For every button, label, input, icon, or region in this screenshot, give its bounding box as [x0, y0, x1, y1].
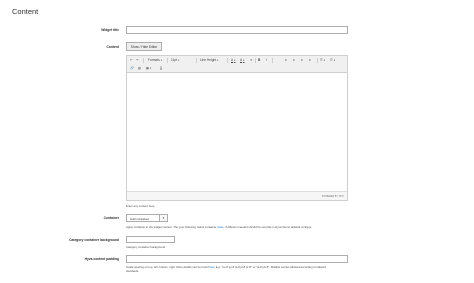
powered-by-tiny[interactable]: POWERED BY TINY — [322, 195, 344, 198]
bold-icon[interactable]: B — [258, 56, 260, 64]
clear-formatting-icon[interactable]: ✕ — [250, 56, 253, 64]
editor-statusbar: POWERED BY TINY — [127, 191, 347, 200]
category-bg-input[interactable] — [126, 236, 175, 243]
category-bg-note: Category container background — [126, 244, 166, 249]
align-right-icon[interactable]: ≡ — [301, 56, 303, 64]
wysiwyg-editor: ↶ ↷ Formats 11pt Line Height A A ✕ B I ≡… — [126, 55, 348, 201]
link-icon[interactable]: 🔗 — [130, 64, 134, 72]
content-label: Content — [106, 44, 119, 49]
widget-title-label: Widget title — [101, 27, 119, 32]
container-label: Container — [103, 216, 119, 220]
align-left-icon[interactable]: ≡ — [285, 56, 287, 64]
justify-icon[interactable]: ≡ — [309, 56, 311, 64]
container-select[interactable]: Add container ▾ — [126, 214, 168, 222]
widget-title-input[interactable] — [126, 26, 348, 34]
container-select-value: Add container — [130, 217, 150, 221]
align-center-icon[interactable]: ≡ — [293, 56, 295, 64]
category-bg-label: Category container background — [69, 238, 119, 242]
content-hint: Enter any content here. — [126, 203, 156, 208]
source-code-icon[interactable]: {} — [160, 64, 162, 72]
hyva-padding-note-2: standards. — [126, 268, 140, 273]
page-title: Content — [12, 7, 39, 16]
container-note: Apply container in the widget content. T… — [126, 224, 312, 229]
italic-icon[interactable]: I — [266, 56, 267, 64]
redo-icon[interactable]: ↷ — [136, 56, 139, 64]
editor-content-area[interactable] — [127, 72, 347, 194]
chevron-down-icon: ▾ — [159, 215, 167, 221]
undo-icon[interactable]: ↶ — [130, 56, 133, 64]
image-icon[interactable]: ▧ — [138, 64, 141, 72]
hyva-padding-label: Hyva content padding — [84, 257, 119, 261]
show-hide-editor-button[interactable]: Show / Hide Editor — [126, 42, 162, 51]
hyva-padding-note: Inside spacing on top, left, bottom, rig… — [126, 265, 326, 269]
hyva-padding-input[interactable] — [126, 255, 348, 263]
